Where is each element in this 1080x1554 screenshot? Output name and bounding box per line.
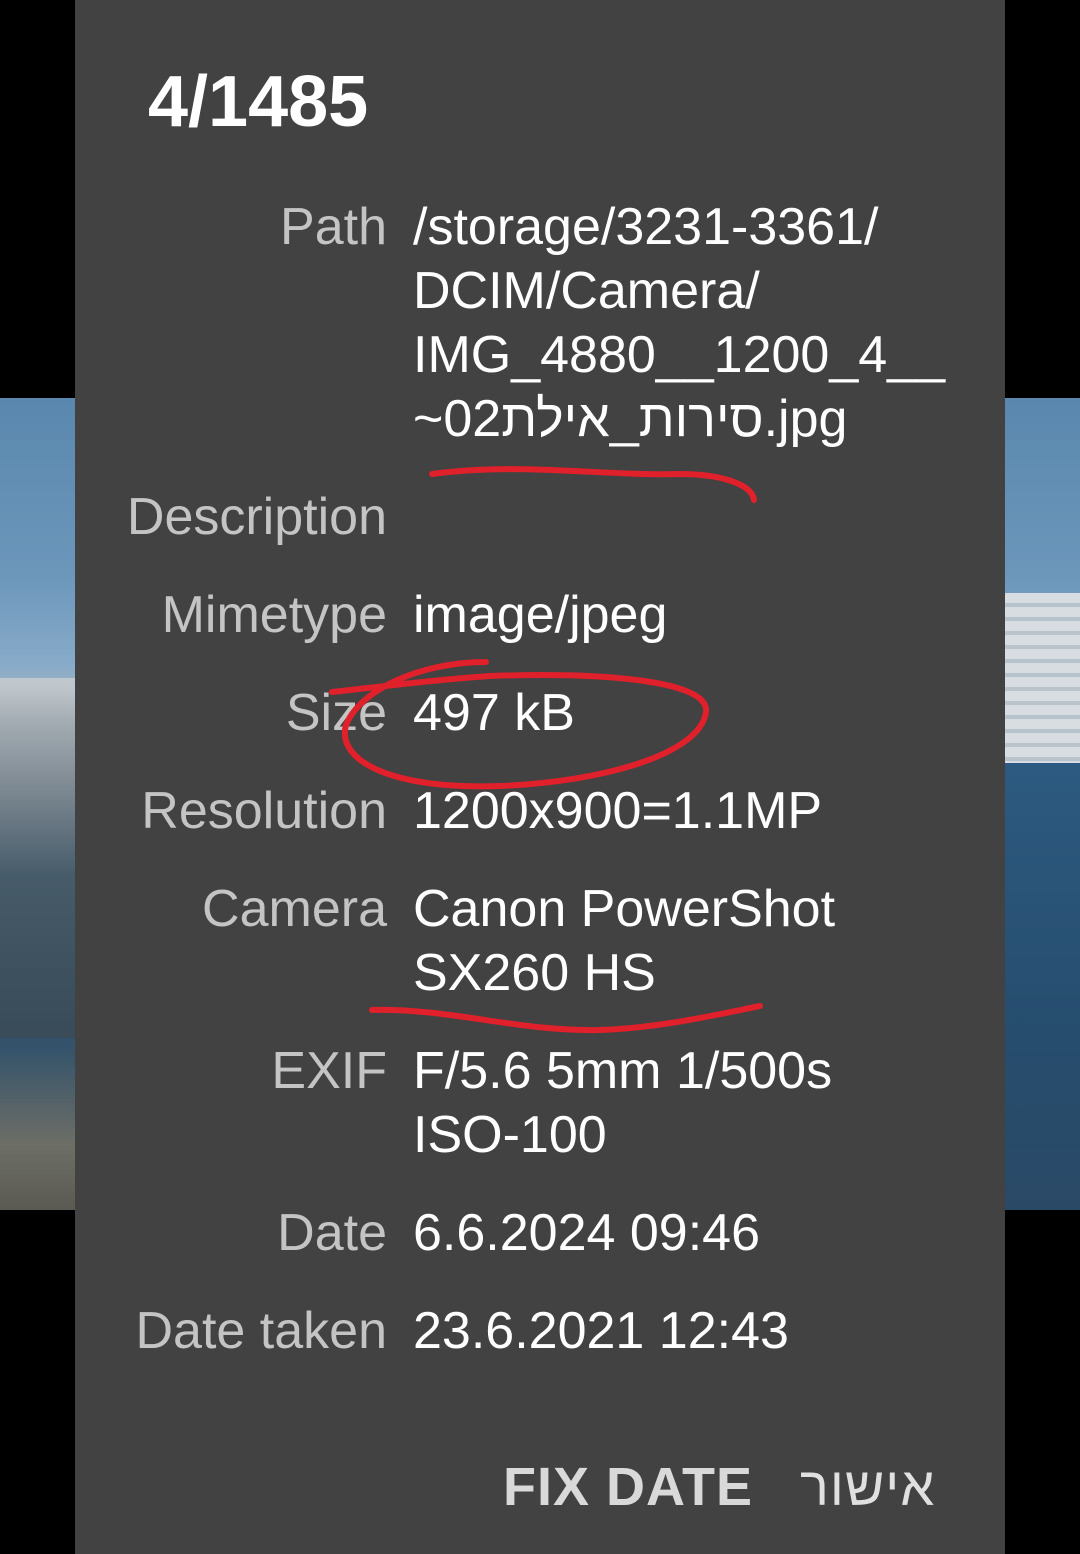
camera-value: Canon PowerShot SX260 HS	[413, 880, 836, 1002]
details-dialog: 4/1485 Path /storage/3231-3361/ DCIM/Cam…	[75, 0, 1005, 1554]
resolution-label: Resolution	[141, 782, 387, 840]
size-value: 497 kB	[413, 684, 575, 742]
row-date-taken: Date taken 23.6.2021 12:43	[75, 1299, 1005, 1363]
path-value: /storage/3231-3361/ DCIM/Camera/ IMG_488…	[413, 198, 946, 448]
row-path: Path /storage/3231-3361/ DCIM/Camera/ IM…	[75, 195, 1005, 451]
row-size: Size 497 kB	[75, 681, 1005, 745]
dialog-actions: FIX DATE אישור	[75, 1452, 1005, 1532]
row-mimetype: Mimetype image/jpeg	[75, 583, 1005, 647]
date-taken-label: Date taken	[135, 1302, 388, 1360]
row-camera: Camera Canon PowerShot SX260 HS	[75, 877, 1005, 1005]
size-label: Size	[285, 684, 387, 742]
path-label: Path	[280, 198, 387, 256]
screen: 4/1485 Path /storage/3231-3361/ DCIM/Cam…	[0, 0, 1080, 1554]
background-water	[1004, 763, 1080, 1210]
mimetype-value: image/jpeg	[413, 586, 668, 644]
date-taken-value: 23.6.2021 12:43	[413, 1302, 789, 1360]
exif-value: F/5.6 5mm 1/500s ISO-100	[413, 1042, 833, 1164]
exif-label: EXIF	[271, 1042, 387, 1100]
row-resolution: Resolution 1200x900=1.1MP	[75, 779, 1005, 843]
details-list: Path /storage/3231-3361/ DCIM/Camera/ IM…	[75, 195, 1005, 1397]
background-boats	[0, 678, 80, 1038]
description-label: Description	[126, 488, 387, 546]
row-description: Description	[75, 485, 1005, 549]
date-label: Date	[277, 1204, 387, 1262]
date-value: 6.6.2024 09:46	[413, 1204, 760, 1262]
row-exif: EXIF F/5.6 5mm 1/500s ISO-100	[75, 1039, 1005, 1167]
ok-button[interactable]: אישור	[800, 1452, 935, 1522]
fix-date-button[interactable]: FIX DATE	[503, 1452, 753, 1522]
camera-label: Camera	[202, 880, 387, 938]
resolution-value: 1200x900=1.1MP	[413, 782, 823, 840]
dialog-title: 4/1485	[148, 62, 369, 142]
row-date: Date 6.6.2024 09:46	[75, 1201, 1005, 1265]
background-building	[1004, 593, 1080, 763]
mimetype-label: Mimetype	[161, 586, 387, 644]
